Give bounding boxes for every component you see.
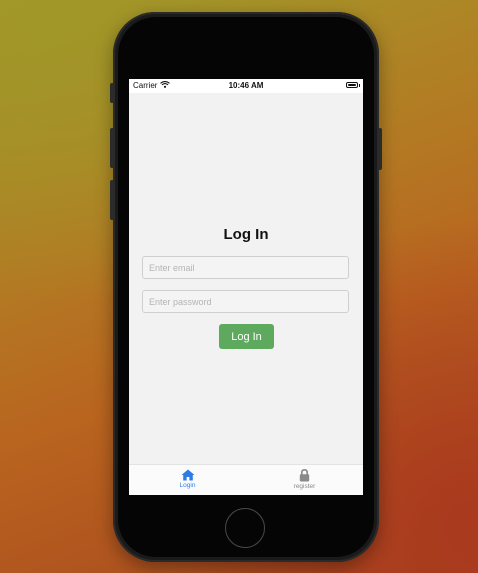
battery-icon [346,82,358,88]
home-button[interactable] [225,508,265,548]
volume-up-button [110,128,114,168]
login-button[interactable]: Log In [219,324,274,349]
page-title: Log In [223,226,269,243]
tab-login[interactable]: Login [129,465,246,495]
tab-register[interactable]: register [246,465,363,495]
app-screen: Carrier 10:46 AM Log In Log In [129,79,363,495]
home-icon [181,469,195,481]
mute-switch [110,83,114,103]
email-field[interactable] [142,256,349,279]
tab-bar: Login register [129,464,363,495]
status-time: 10:46 AM [228,81,264,90]
lock-icon [299,469,310,482]
power-button [378,128,382,170]
battery-cap [358,84,360,87]
tab-register-label: register [293,483,316,490]
volume-down-button [110,180,114,220]
password-field[interactable] [142,290,349,313]
status-bar: Carrier 10:46 AM [129,79,363,93]
tab-login-label: Login [179,482,196,489]
